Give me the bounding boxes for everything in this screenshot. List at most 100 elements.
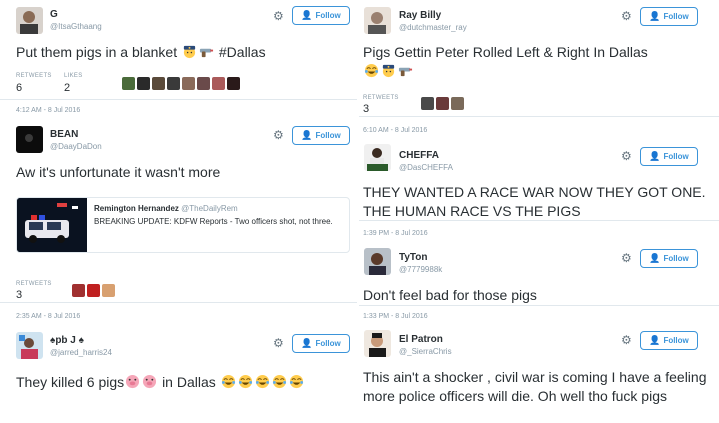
right-column: Ray Billy @dutchmaster_ray ⚙ 👤 Follow Pi… — [359, 0, 719, 423]
add-user-icon: 👤 — [649, 11, 661, 21]
user-handle[interactable]: @DasCHEFFA — [399, 163, 453, 172]
display-name[interactable]: El Patron — [399, 334, 443, 345]
police-officer-emoji — [182, 44, 197, 59]
display-name[interactable]: CHEFFA — [399, 150, 439, 161]
tweet-card[interactable]: G @ItsaGthaang ⚙ 👤 Follow Put them pigs … — [0, 0, 357, 100]
tweet-text: Aw it's unfortunate it wasn't more — [16, 164, 221, 180]
gear-icon[interactable]: ⚙ — [273, 337, 285, 349]
left-column: G @ItsaGthaang ⚙ 👤 Follow Put them pigs … — [0, 0, 357, 423]
avatar[interactable] — [212, 77, 225, 90]
quoted-tweet-text: BREAKING UPDATE: KDFW Reports - Two offi… — [94, 217, 333, 226]
avatar[interactable] — [16, 332, 43, 359]
avatar[interactable] — [364, 144, 391, 171]
gear-icon[interactable]: ⚙ — [273, 10, 285, 22]
add-user-icon: 👤 — [301, 338, 313, 348]
timestamp[interactable]: 4:12 AM - 8 Jul 2016 — [16, 107, 80, 114]
follow-button[interactable]: 👤 Follow — [640, 147, 698, 166]
avatar[interactable] — [87, 284, 100, 297]
user-handle[interactable]: @dutchmaster_ray — [399, 23, 467, 32]
divider — [0, 99, 357, 100]
display-name[interactable]: TyTon — [399, 252, 428, 263]
display-name[interactable]: Ray Billy — [399, 10, 441, 21]
retweet-count[interactable]: 3 — [363, 103, 369, 115]
user-handle[interactable]: @ItsaGthaang — [50, 22, 102, 31]
divider — [359, 116, 719, 117]
avatar[interactable] — [364, 248, 391, 275]
tweet-text: This ain't a shocker , civil war is comi… — [363, 369, 707, 404]
follow-button[interactable]: 👤 Follow — [292, 126, 350, 145]
follow-button[interactable]: 👤 Follow — [640, 249, 698, 268]
gear-icon[interactable]: ⚙ — [621, 10, 633, 22]
display-name[interactable]: G — [50, 9, 58, 20]
follow-button[interactable]: 👤 Follow — [640, 7, 698, 26]
retweets-label: RETWEETS — [363, 95, 399, 101]
avatar[interactable] — [167, 77, 180, 90]
avatar[interactable] — [451, 97, 464, 110]
divider — [359, 305, 719, 306]
tweet-card[interactable]: ♠pb J ♠ @jarred_harris24 ⚙ 👤 Follow They… — [0, 325, 357, 423]
police-officer-emoji — [381, 63, 396, 78]
avatar[interactable] — [364, 7, 391, 34]
retweeters-avatars — [72, 284, 115, 297]
tweet-text: They killed 6 pigs in Dallas — [16, 373, 346, 392]
follow-button[interactable]: 👤 Follow — [640, 331, 698, 350]
avatar[interactable] — [152, 77, 165, 90]
avatar[interactable] — [182, 77, 195, 90]
tweet-card[interactable]: TyTon @7779988k ⚙ 👤 Follow Don't feel ba… — [359, 241, 719, 306]
display-name[interactable]: ♠pb J ♠ — [50, 335, 84, 346]
tweet-card[interactable]: Ray Billy @dutchmaster_ray ⚙ 👤 Follow Pi… — [359, 0, 719, 117]
tweet-card[interactable]: CHEFFA @DasCHEFFA ⚙ 👤 Follow THEY WANTED… — [359, 139, 719, 221]
retweets-label: RETWEETS — [16, 73, 52, 79]
avatar[interactable] — [421, 97, 434, 110]
avatar[interactable] — [137, 77, 150, 90]
gear-icon[interactable]: ⚙ — [273, 129, 285, 141]
avatar[interactable] — [197, 77, 210, 90]
user-handle[interactable]: @7779988k — [399, 265, 442, 274]
quoted-tweet[interactable]: Remington Hernandez @TheDailyRem BREAKIN… — [16, 197, 350, 253]
retweet-count[interactable]: 6 — [16, 82, 22, 94]
laughing-tears-emoji — [364, 63, 379, 78]
timestamp[interactable]: 6:10 AM - 8 Jul 2016 — [363, 127, 427, 134]
gear-icon[interactable]: ⚙ — [621, 252, 633, 264]
laughing-tears-emoji — [289, 374, 304, 389]
user-handle[interactable]: @DaayDaDon — [50, 142, 102, 151]
avatar[interactable] — [364, 330, 391, 357]
follow-button[interactable]: 👤 Follow — [292, 334, 350, 353]
likers-avatars — [122, 77, 240, 90]
retweets-label: RETWEETS — [16, 281, 52, 287]
retweet-count[interactable]: 3 — [16, 289, 22, 301]
display-name[interactable]: BEAN — [50, 129, 78, 140]
quoted-tweet-image[interactable] — [17, 198, 87, 252]
avatar[interactable] — [102, 284, 115, 297]
gear-icon[interactable]: ⚙ — [621, 150, 633, 162]
follow-button[interactable]: 👤 Follow — [292, 6, 350, 25]
timestamp[interactable]: 1:33 PM - 8 Jul 2016 — [363, 313, 428, 320]
laughing-tears-emoji — [255, 374, 270, 389]
avatar[interactable] — [72, 284, 85, 297]
tweet-card[interactable]: BEAN @DaayDaDon ⚙ 👤 Follow Aw it's unfor… — [0, 119, 357, 303]
user-handle[interactable]: @_SierraChris — [399, 347, 452, 356]
add-user-icon: 👤 — [301, 130, 313, 140]
gear-icon[interactable]: ⚙ — [621, 334, 633, 346]
avatar[interactable] — [16, 7, 43, 34]
tweet-text: Don't feel bad for those pigs — [363, 287, 537, 303]
laughing-tears-emoji — [238, 374, 253, 389]
avatar[interactable] — [227, 77, 240, 90]
add-user-icon: 👤 — [649, 151, 661, 161]
tweet-card[interactable]: El Patron @_SierraChris ⚙ 👤 Follow This … — [359, 324, 719, 423]
timestamp[interactable]: 2:35 AM - 8 Jul 2016 — [16, 313, 80, 320]
timestamp[interactable]: 1:39 PM - 8 Jul 2016 — [363, 230, 428, 237]
likes-label: LIKES — [64, 73, 83, 79]
like-count[interactable]: 2 — [64, 82, 70, 94]
avatar[interactable] — [436, 97, 449, 110]
laughing-tears-emoji — [272, 374, 287, 389]
avatar[interactable] — [16, 126, 43, 153]
quoted-tweet-author[interactable]: Remington Hernandez @TheDailyRem — [94, 204, 238, 213]
retweeters-avatars — [421, 97, 464, 110]
tweet-text: Put them pigs in a blanket #Dallas — [16, 44, 266, 60]
add-user-icon: 👤 — [649, 335, 661, 345]
avatar[interactable] — [122, 77, 135, 90]
user-handle[interactable]: @jarred_harris24 — [50, 348, 112, 357]
tweet-text: Pigs Gettin Peter Rolled Left & Right In… — [363, 43, 713, 81]
divider — [359, 220, 719, 221]
